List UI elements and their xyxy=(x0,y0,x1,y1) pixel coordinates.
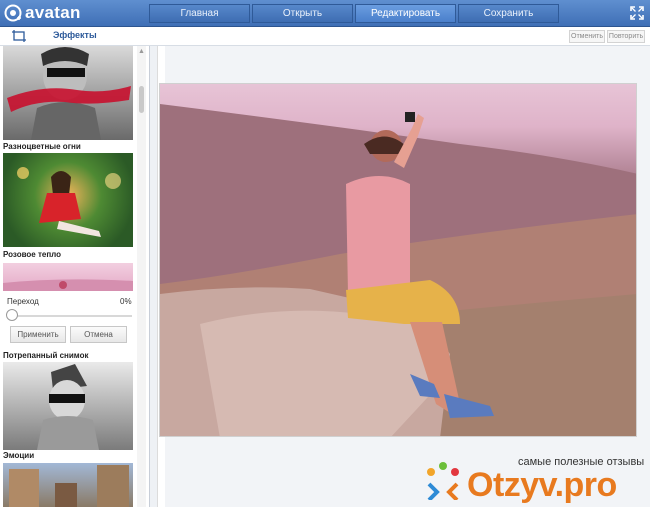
transition-slider-track[interactable] xyxy=(8,315,132,317)
effect-thumbnail-masked-girl[interactable] xyxy=(3,362,133,450)
undo-button[interactable]: Отменить xyxy=(569,30,605,43)
effect-label-worn-photo: Потрепанный снимок xyxy=(3,351,89,360)
effect-preview-image xyxy=(7,47,131,140)
app-window: avatan Главная Открыть Редактировать Сох… xyxy=(0,0,650,507)
camera-logo-icon xyxy=(4,4,22,22)
redo-button[interactable]: Повторить xyxy=(607,30,645,43)
tab-open[interactable]: Открыть xyxy=(252,4,353,23)
image-canvas xyxy=(157,46,650,507)
effect-label-emotions: Эмоции xyxy=(3,451,35,460)
cancel-button[interactable]: Отмена xyxy=(70,326,127,343)
edited-photo[interactable] xyxy=(159,83,637,437)
photo-content xyxy=(160,104,636,436)
transition-label: Переход xyxy=(7,297,39,306)
effect-thumbnail-buildings[interactable] xyxy=(3,463,133,507)
effect-thumbnail-man-red-stripe[interactable] xyxy=(3,46,133,140)
effect-label-multicolor: Разноцветные огни xyxy=(3,142,81,151)
effect-preview-image xyxy=(3,279,133,291)
apply-button[interactable]: Применить xyxy=(10,326,66,343)
otzyv-logo-icon xyxy=(427,462,459,500)
editor-toolbar: Эффекты Отменить Повторить xyxy=(0,27,650,46)
top-bar: avatan Главная Открыть Редактировать Сох… xyxy=(0,0,650,27)
tab-save[interactable]: Сохранить xyxy=(458,4,559,23)
effect-label-pink-warmth: Розовое тепло xyxy=(3,250,62,259)
fullscreen-icon[interactable] xyxy=(630,6,644,20)
watermark-brand: Otzyv.pro xyxy=(467,466,617,504)
tab-edit[interactable]: Редактировать xyxy=(355,4,456,23)
transition-slider-handle[interactable] xyxy=(6,309,18,321)
main-nav: Главная Открыть Редактировать Сохранить xyxy=(149,4,559,23)
watermark: самые полезные отзывы Otzyv.pro xyxy=(415,452,650,507)
logo-text: avatan xyxy=(25,3,81,22)
effect-thumbnail-selected[interactable] xyxy=(3,263,133,291)
effect-thumbnail-girl-lights[interactable] xyxy=(3,153,133,247)
logo[interactable]: avatan xyxy=(4,3,81,23)
effect-preview-image xyxy=(17,167,121,237)
effects-scroll-thumb[interactable] xyxy=(139,86,144,113)
tab-home[interactable]: Главная xyxy=(149,4,250,23)
effect-preview-image xyxy=(9,465,129,507)
tab-effects[interactable]: Эффекты xyxy=(53,30,97,40)
transition-value: 0% xyxy=(120,297,132,306)
effects-scrollbar[interactable]: ▲ xyxy=(137,46,146,507)
effects-panel: Разноцветные огни Розовое тепло Переход … xyxy=(0,46,150,507)
effect-preview-image xyxy=(37,364,99,450)
crop-icon[interactable] xyxy=(12,30,26,42)
scroll-up-icon[interactable]: ▲ xyxy=(138,48,145,55)
